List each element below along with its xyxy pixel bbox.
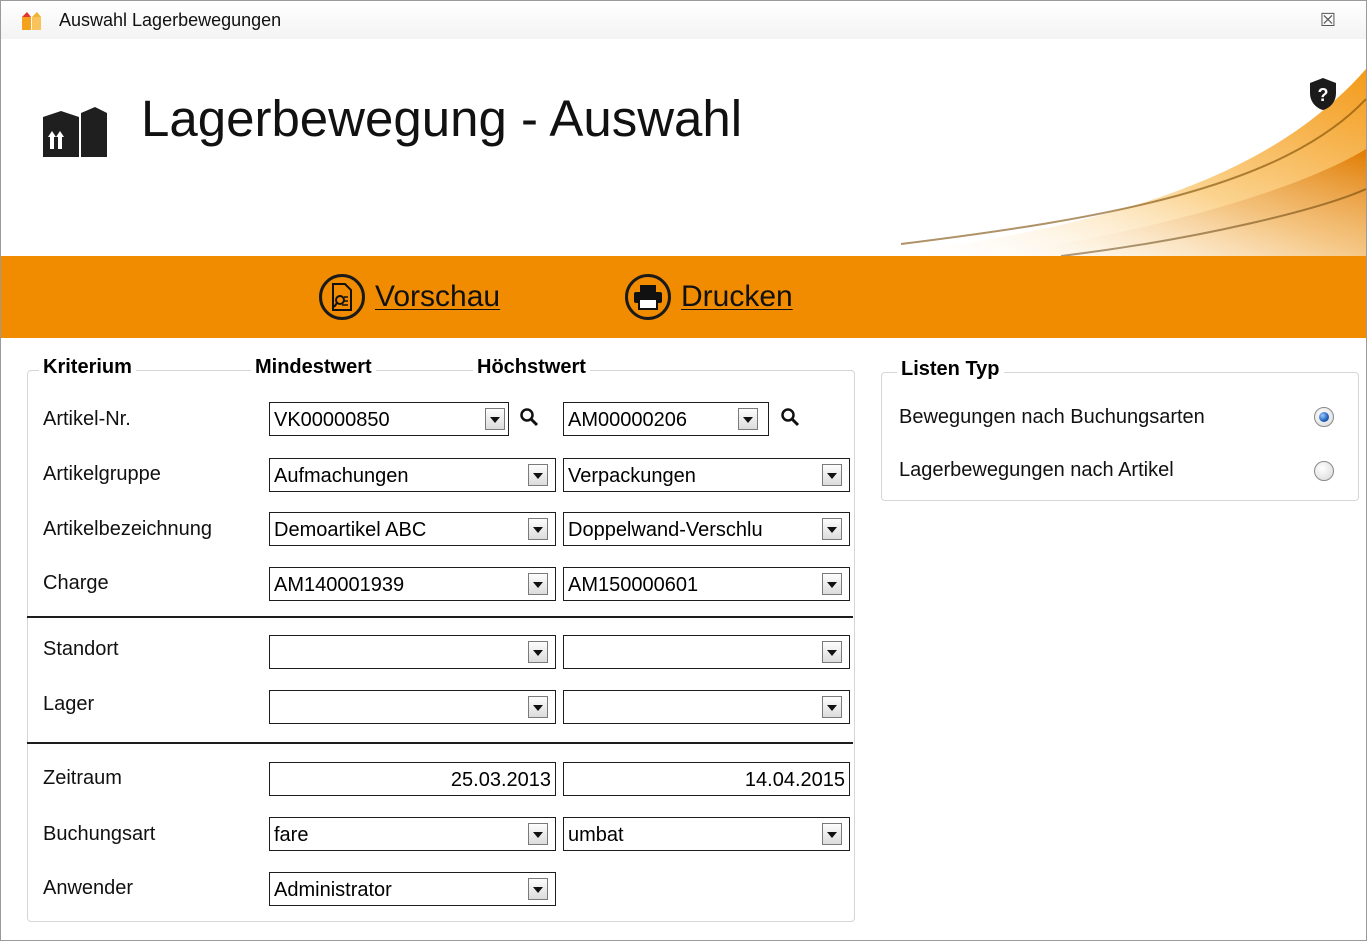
action-toolbar: Vorschau Drucken — [1, 256, 1366, 338]
page-title: Lagerbewegung - Auswahl — [141, 90, 743, 147]
section-divider — [27, 616, 853, 618]
article-description-min-combo[interactable]: Demoartikel ABC — [269, 512, 556, 546]
option-label-by-article: Lagerbewegungen nach Artikel — [899, 459, 1174, 481]
posting-type-max-combo[interactable]: umbat — [563, 817, 850, 851]
label-posting-type: Buchungsart — [43, 823, 156, 845]
article-group-min-combo[interactable]: Aufmachungen — [269, 458, 556, 492]
header-criterion: Kriterium — [39, 356, 136, 379]
search-icon[interactable] — [519, 407, 541, 429]
batch-max-combo[interactable]: AM150000601 — [563, 567, 850, 601]
list-type-header: Listen Typ — [897, 358, 1004, 381]
option-label-by-posting-type: Bewegungen nach Buchungsarten — [899, 406, 1205, 428]
location-min-combo[interactable] — [269, 635, 556, 669]
app-icon — [22, 12, 41, 30]
header-max-value: Höchstwert — [473, 356, 590, 379]
label-batch: Charge — [43, 572, 109, 594]
label-user: Anwender — [43, 877, 134, 899]
label-period: Zeitraum — [43, 767, 122, 789]
window-title: Auswahl Lagerbewegungen — [59, 10, 282, 30]
label-article-number: Artikel-Nr. — [43, 408, 131, 430]
print-button[interactable]: Drucken — [625, 270, 793, 324]
chevron-down-icon[interactable] — [485, 408, 505, 430]
article-number-max-combo[interactable]: AM00000206 — [563, 402, 769, 436]
close-icon: ☒ — [1319, 10, 1337, 30]
preview-label: Vorschau — [375, 280, 501, 313]
label-location: Standort — [43, 638, 119, 660]
preview-button[interactable]: Vorschau — [319, 270, 500, 324]
label-article-group: Artikelgruppe — [43, 463, 161, 485]
chevron-down-icon[interactable] — [822, 696, 842, 718]
chevron-down-icon[interactable] — [738, 408, 758, 430]
location-max-combo[interactable] — [563, 635, 850, 669]
chevron-down-icon[interactable] — [528, 464, 548, 486]
article-description-max-combo[interactable]: Doppelwand-Verschlu — [563, 512, 850, 546]
period-to-field[interactable]: 14.04.2015 — [563, 762, 850, 796]
dialog-window: Auswahl Lagerbewegungen ☒ Lagerbewegung … — [0, 0, 1367, 941]
warehouse-min-combo[interactable] — [269, 690, 556, 724]
chevron-down-icon[interactable] — [822, 573, 842, 595]
close-button[interactable]: ☒ — [1314, 7, 1342, 33]
chevron-down-icon[interactable] — [528, 878, 548, 900]
chevron-down-icon[interactable] — [528, 696, 548, 718]
batch-min-combo[interactable]: AM140001939 — [269, 567, 556, 601]
section-divider — [27, 742, 853, 744]
preview-document-icon — [319, 274, 365, 320]
title-bar: Auswahl Lagerbewegungen ☒ — [1, 1, 1366, 39]
header-banner: Lagerbewegung - Auswahl ? — [1, 39, 1366, 256]
help-shield-icon[interactable]: ? — [1308, 77, 1338, 111]
chevron-down-icon[interactable] — [528, 573, 548, 595]
label-warehouse: Lager — [43, 693, 95, 715]
chevron-down-icon[interactable] — [528, 518, 548, 540]
warehouse-max-combo[interactable] — [563, 690, 850, 724]
warehouse-icon — [43, 107, 107, 157]
chevron-down-icon[interactable] — [528, 641, 548, 663]
svg-text:?: ? — [1318, 85, 1329, 105]
user-combo[interactable]: Administrator — [269, 872, 556, 906]
article-group-max-combo[interactable]: Verpackungen — [563, 458, 850, 492]
search-icon[interactable] — [780, 407, 802, 429]
label-article-description: Artikelbezeichnung — [43, 518, 212, 540]
chevron-down-icon[interactable] — [822, 641, 842, 663]
posting-type-min-combo[interactable]: fare — [269, 817, 556, 851]
header-min-value: Mindestwert — [251, 356, 376, 379]
printer-icon — [625, 274, 671, 320]
print-label: Drucken — [681, 280, 793, 313]
chevron-down-icon[interactable] — [528, 823, 548, 845]
chevron-down-icon[interactable] — [822, 518, 842, 540]
article-number-min-combo[interactable]: VK00000850 — [269, 402, 509, 436]
chevron-down-icon[interactable] — [822, 464, 842, 486]
radio-by-article[interactable] — [1314, 461, 1334, 481]
period-from-field[interactable]: 25.03.2013 — [269, 762, 556, 796]
chevron-down-icon[interactable] — [822, 823, 842, 845]
radio-by-posting-type[interactable] — [1314, 407, 1334, 427]
